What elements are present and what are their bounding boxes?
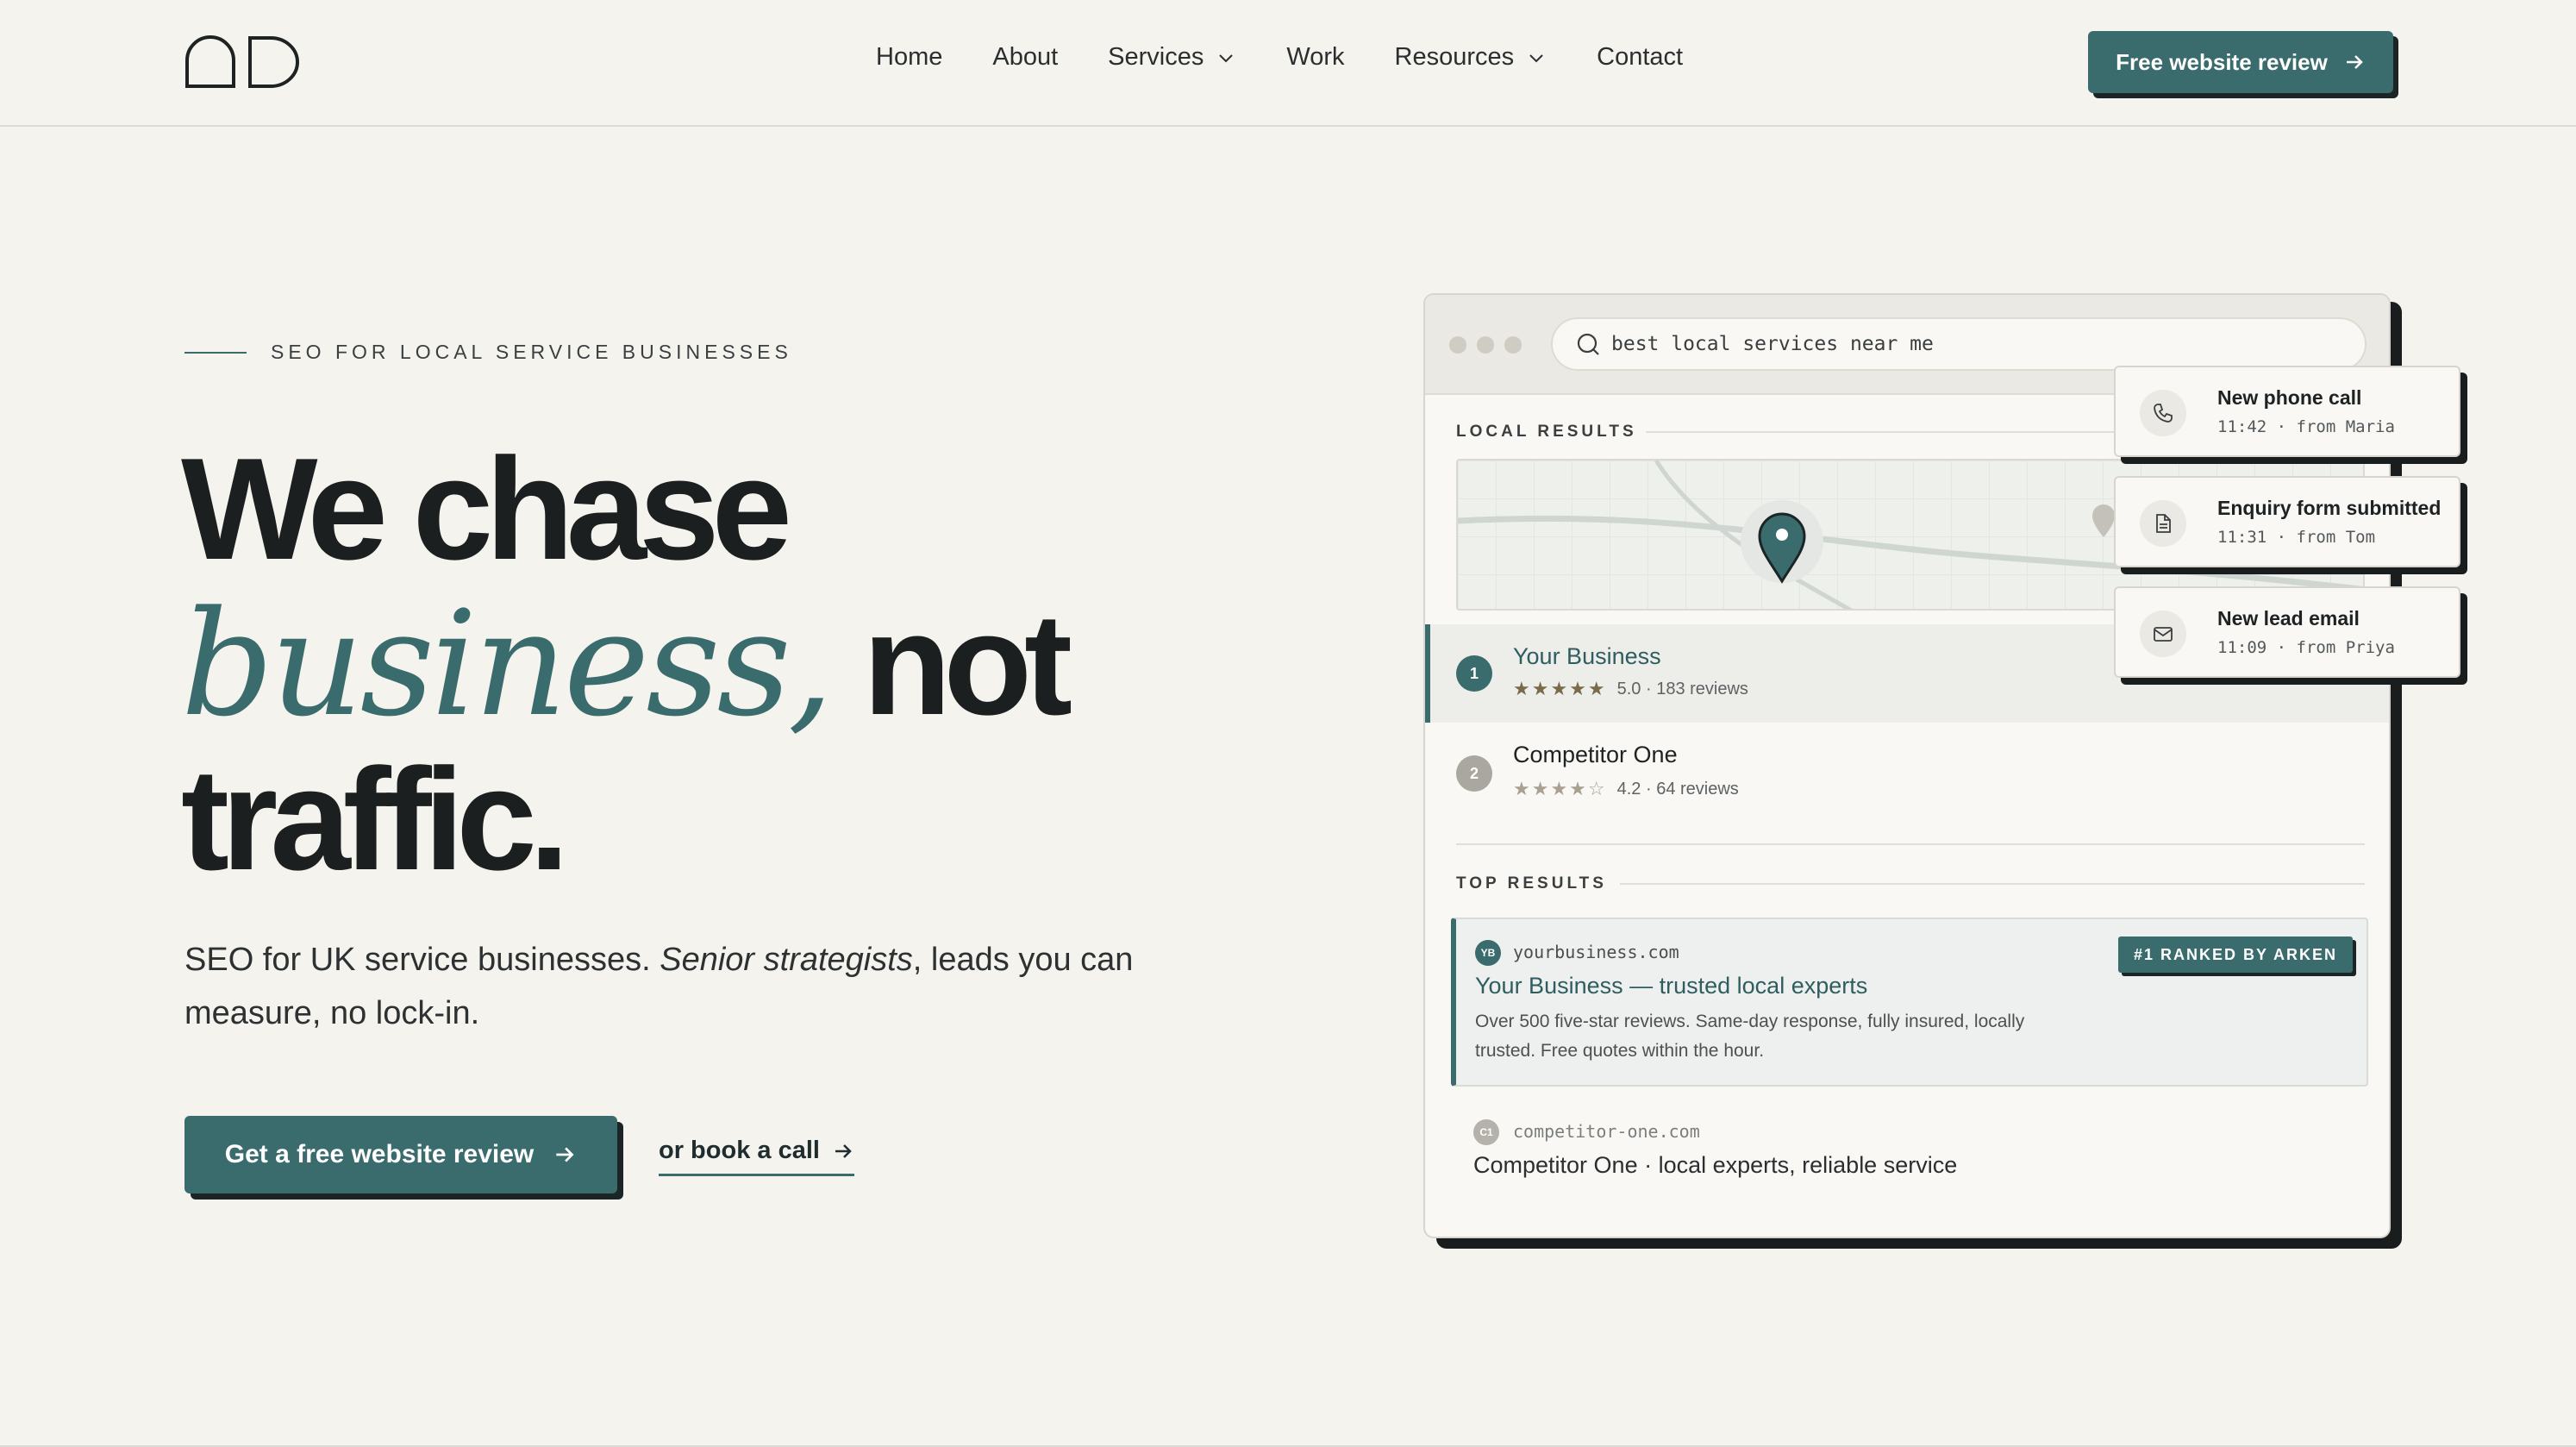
window-dot: [1477, 336, 1494, 354]
section-divider: [1620, 883, 2365, 885]
get-free-review-button[interactable]: Get a free website review: [184, 1116, 617, 1193]
nav-resources-label: Resources: [1394, 43, 1515, 71]
result-description: Over 500 five-star reviews. Same-day res…: [1475, 1012, 2025, 1061]
rank-badge: 2: [1456, 755, 1492, 792]
rating-meta: 4.2 · 64 reviews: [1616, 779, 1739, 799]
book-call-label: or book a call: [659, 1137, 820, 1164]
main-nav: Home About Services Work Resources Conta…: [876, 43, 1733, 72]
favicon: C1: [1473, 1119, 1499, 1145]
notification-meta: 11:42 · from Maria: [2217, 417, 2395, 436]
hero-cta-label: Get a free website review: [224, 1140, 535, 1168]
free-review-button[interactable]: Free website review: [2088, 31, 2393, 93]
local-results-label: LOCAL RESULTS: [1456, 423, 1637, 441]
subtitle-part-1: SEO for UK service businesses.: [184, 942, 660, 978]
document-icon: [2140, 500, 2186, 547]
nav-about[interactable]: About: [992, 43, 1058, 72]
result-title[interactable]: Competitor One · local experts, reliable…: [1473, 1152, 1957, 1179]
chevron-down-icon: [1529, 53, 1543, 62]
hero-headline: We chase business, not traffic.: [181, 428, 1072, 900]
subtitle-emphasis: Senior strategists: [660, 942, 913, 978]
logo-icon[interactable]: [184, 34, 300, 88]
notification-lead-email: New lead email 11:09 · from Priya: [2114, 586, 2460, 678]
search-query-text: best local services near me: [1611, 333, 1934, 355]
eyebrow-rule: [184, 351, 247, 354]
nav-services-label: Services: [1108, 43, 1204, 71]
nav-work-label: Work: [1286, 43, 1345, 71]
notification-title: Enquiry form submitted: [2217, 497, 2442, 519]
notification-meta: 11:09 · from Priya: [2217, 638, 2395, 657]
eyebrow-text: SEO FOR LOCAL SERVICE BUSINESSES: [271, 341, 792, 363]
rank-badge: 1: [1456, 655, 1492, 692]
notification-meta: 11:31 · from Tom: [2217, 528, 2376, 547]
headline-emphasis: business,: [181, 579, 834, 749]
hero-eyebrow: SEO FOR LOCAL SERVICE BUSINESSES: [184, 341, 792, 364]
star-rating: ★★★★★: [1513, 678, 1607, 699]
nav-contact[interactable]: Contact: [1597, 43, 1683, 72]
arrow-right-icon: [835, 1143, 852, 1158]
arrow-right-icon: [556, 1147, 574, 1162]
rating-row: ★★★★★ 5.0 · 183 reviews: [1513, 678, 1748, 700]
notification-phone-call: New phone call 11:42 · from Maria: [2114, 366, 2460, 457]
headline-line-2-rest: not: [830, 583, 1072, 745]
rating-row: ★★★★☆ 4.2 · 64 reviews: [1513, 778, 1739, 800]
site-header: Home About Services Work Resources Conta…: [0, 0, 2576, 127]
nav-resources[interactable]: Resources: [1395, 43, 1547, 72]
phone-icon: [2140, 390, 2186, 436]
business-name: Competitor One: [1513, 742, 1678, 767]
notification-title: New phone call: [2217, 386, 2362, 409]
hero-subtitle: SEO for UK service businesses. Senior st…: [184, 933, 1167, 1040]
headline-line-1: We chase: [181, 428, 792, 590]
star-rating: ★★★★☆: [1513, 778, 1607, 799]
rating-meta: 5.0 · 183 reviews: [1616, 679, 1748, 698]
favicon: YB: [1475, 940, 1501, 966]
arrow-right-icon: [2346, 55, 2363, 69]
notification-enquiry-form: Enquiry form submitted 11:31 · from Tom: [2114, 476, 2460, 567]
result-url: competitor-one.com: [1513, 1121, 1700, 1142]
nav-work[interactable]: Work: [1286, 43, 1344, 72]
nav-about-label: About: [992, 43, 1059, 71]
nav-services[interactable]: Services: [1108, 43, 1236, 72]
mock-search-bar: best local services near me: [1551, 317, 2367, 371]
top-result-1[interactable]: YB yourbusiness.com Your Business — trus…: [1451, 918, 2368, 1087]
result-title[interactable]: Your Business — trusted local experts: [1475, 973, 1867, 999]
book-call-link[interactable]: or book a call: [659, 1137, 854, 1176]
section-divider: [1456, 843, 2365, 845]
ranked-badge: #1 RANKED BY ARKEN: [2118, 936, 2354, 973]
local-result-2[interactable]: 2 Competitor One ★★★★☆ 4.2 · 64 reviews: [1425, 723, 2389, 821]
window-dot: [1504, 336, 1522, 354]
mail-icon: [2140, 611, 2186, 657]
headline-line-3: traffic.: [181, 738, 569, 900]
window-dot: [1449, 336, 1466, 354]
nav-home-label: Home: [876, 43, 943, 71]
headline-line-2: business, not: [181, 583, 1072, 745]
top-results-label: TOP RESULTS: [1456, 874, 1607, 893]
chevron-down-icon: [1219, 53, 1234, 62]
free-review-label: Free website review: [2116, 48, 2328, 75]
notification-title: New lead email: [2217, 607, 2360, 630]
search-icon: [1577, 333, 1599, 355]
business-name: Your Business: [1513, 643, 1661, 669]
nav-contact-label: Contact: [1597, 43, 1684, 71]
nav-home[interactable]: Home: [876, 43, 942, 72]
result-url: yourbusiness.com: [1513, 942, 1679, 962]
